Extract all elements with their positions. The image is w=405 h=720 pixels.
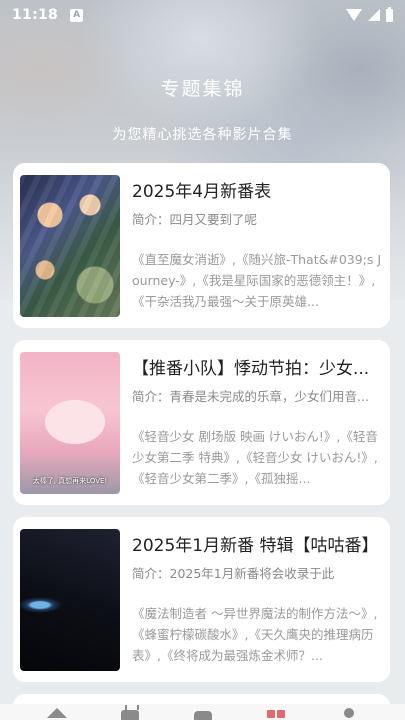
notification-icon: A <box>70 8 84 22</box>
topic-info: 2025年1月新番 特辑【咕咕番】 简介：2025年1月新番将会收录于此 《魔法… <box>120 529 382 670</box>
topic-title: 2025年4月新番表 <box>132 182 272 201</box>
game-icon[interactable] <box>192 704 214 720</box>
signal-icon <box>368 9 380 21</box>
topic-description: 简介：青春是未完成的乐章，少女们用音... <box>132 389 369 404</box>
topic-card[interactable]: 2025年1月新番 特辑【咕咕番】 简介：2025年1月新番将会收录于此 《魔法… <box>13 517 390 682</box>
topic-description: 简介：2025年1月新番将会收录于此 <box>132 566 335 581</box>
battery-icon <box>386 6 393 22</box>
wifi-icon <box>346 9 362 21</box>
topic-cover-image: 太棒了, 真想再来LOVE! <box>20 352 120 494</box>
topic-card[interactable]: 2025年4月新番表 简介：四月又要到了呢 《直至魔女消逝》,《随兴旅-That… <box>13 163 390 328</box>
topic-cover-image <box>20 529 120 671</box>
status-icons <box>346 6 393 22</box>
topic-title: 2025年1月新番 特辑【咕咕番】 <box>132 536 379 555</box>
topic-info: 2025年4月新番表 简介：四月又要到了呢 《直至魔女消逝》,《随兴旅-That… <box>120 175 382 316</box>
topic-description: 简介：四月又要到了呢 <box>132 212 258 227</box>
topic-title: 【推番小队】悸动节拍：少女... <box>132 359 370 378</box>
topic-cover-image <box>20 175 120 317</box>
bottom-tab-bar <box>0 704 405 720</box>
topic-card[interactable]: 太棒了, 真想再来LOVE! 【推番小队】悸动节拍：少女... 简介：青春是未完… <box>13 340 390 505</box>
topic-list: 2025年4月新番表 简介：四月又要到了呢 《直至魔女消逝》,《随兴旅-That… <box>13 163 390 720</box>
status-bar: 11:18 A <box>0 0 405 30</box>
topic-info: 【推番小队】悸动节拍：少女... 简介：青春是未完成的乐章，少女们用音... 《… <box>120 352 382 493</box>
topic-works: 《魔法制造者 ～异世界魔法的制作方法～》,《蜂蜜柠檬碳酸水》,《天久鹰央的推理病… <box>132 606 378 663</box>
cover-caption: 太棒了, 真想再来LOVE! <box>32 477 108 485</box>
home-icon[interactable] <box>46 704 68 720</box>
page-title: 专题集锦 <box>160 78 245 100</box>
tv-icon[interactable] <box>119 704 141 720</box>
topic-works: 《轻音少女 剧场版 映画 けいおん!》,《轻音少女第二季 特典》,《轻音少女 け… <box>132 429 378 486</box>
topic-icon[interactable] <box>265 704 287 720</box>
page-subtitle: 为您精心挑选各种影片合集 <box>112 127 293 143</box>
status-time: 11:18 <box>12 7 59 23</box>
user-icon[interactable] <box>338 704 360 720</box>
topic-works: 《直至魔女消逝》,《随兴旅-That&#039;s Journey-》,《我是星… <box>132 252 382 309</box>
